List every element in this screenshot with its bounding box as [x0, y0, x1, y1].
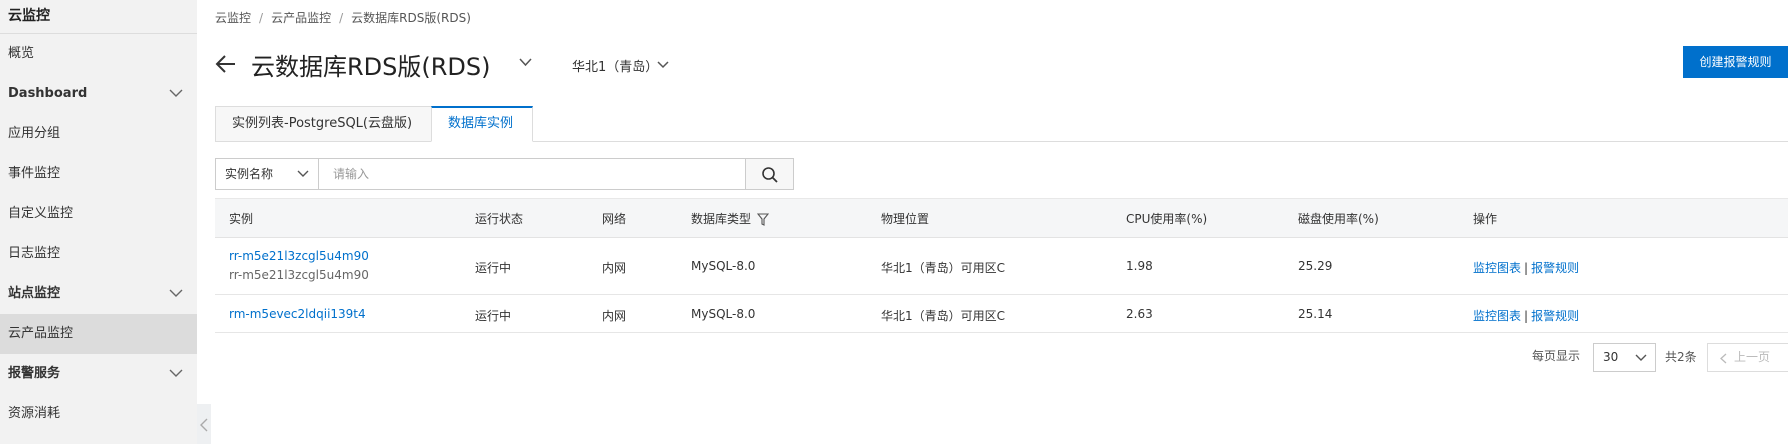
- column-header-cpu: CPU使用率(%): [1126, 212, 1208, 226]
- column-header-db-type-label: 数据库类型: [691, 212, 752, 226]
- column-header-network: 网络: [602, 212, 627, 226]
- chevron-down-icon: [169, 369, 183, 377]
- search-input[interactable]: [318, 158, 746, 190]
- monitor-chart-link[interactable]: 监控图表: [1473, 309, 1521, 323]
- network-cell: 内网: [602, 261, 627, 275]
- sidebar-item-cloud-product-monitoring[interactable]: 云产品监控: [0, 314, 197, 354]
- monitor-chart-link[interactable]: 监控图表: [1473, 261, 1521, 275]
- alarm-rules-link[interactable]: 报警规则: [1531, 309, 1579, 323]
- column-header-disk: 磁盘使用率(%): [1298, 212, 1379, 226]
- column-header-actions: 操作: [1473, 212, 1498, 226]
- chevron-down-icon[interactable]: [519, 58, 532, 67]
- sidebar-item-resource-usage[interactable]: 资源消耗: [0, 394, 197, 434]
- chevron-down-icon: [1635, 354, 1647, 361]
- page-title: 云数据库RDS版(RDS): [251, 53, 491, 81]
- sidebar-item-custom-monitoring[interactable]: 自定义监控: [0, 194, 197, 234]
- per-page-label: 每页显示: [1532, 349, 1581, 363]
- breadcrumb-separator: /: [339, 11, 344, 25]
- cpu-usage-cell: 2.63: [1126, 307, 1153, 321]
- column-header-instance: 实例: [229, 212, 254, 226]
- chevron-left-icon: [1720, 353, 1727, 364]
- sidebar-item-log-monitoring[interactable]: 日志监控: [0, 234, 197, 274]
- instance-id-link[interactable]: rm-m5evec2ldqii139t4: [229, 307, 366, 321]
- db-type-cell: MySQL-8.0: [691, 259, 756, 273]
- breadcrumb-item[interactable]: 云监控: [215, 11, 251, 25]
- prev-page-button[interactable]: 上一页: [1707, 343, 1788, 372]
- create-alarm-rule-button[interactable]: 创建报警规则: [1683, 46, 1788, 78]
- alarm-rules-link[interactable]: 报警规则: [1531, 261, 1579, 275]
- tab-database-instances[interactable]: 数据库实例: [431, 106, 533, 142]
- actions-cell: 监控图表 | 报警规则: [1473, 259, 1579, 276]
- column-header-db-type: 数据库类型: [691, 199, 770, 239]
- cpu-usage-cell: 1.98: [1126, 259, 1153, 273]
- sidebar-item-label: 资源消耗: [8, 406, 61, 421]
- search-bar: 实例名称: [215, 158, 814, 190]
- main-content: 云监控 / 云产品监控 / 云数据库RDS版(RDS) 云数据库RDS版(RDS) 华北…: [197, 0, 1788, 444]
- disk-usage-cell: 25.29: [1298, 259, 1333, 273]
- sidebar-item-dashboard[interactable]: Dashboard: [0, 74, 197, 114]
- tab-postgresql-instances[interactable]: 实例列表-PostgreSQL(云盘版): [215, 106, 431, 142]
- sidebar-item-app-groups[interactable]: 应用分组: [0, 114, 197, 154]
- sidebar-item-alarm-service[interactable]: 报警服务: [0, 354, 197, 394]
- sidebar-item-label: 报警服务: [8, 366, 61, 381]
- breadcrumb-item[interactable]: 云产品监控: [271, 11, 331, 25]
- column-header-status: 运行状态: [475, 212, 524, 226]
- table-header: 实例 运行状态 网络 数据库类型 物理位置 CPU使用率(%) 磁盘使用率(%)…: [215, 198, 1788, 238]
- sidebar-item-label: 应用分组: [8, 126, 61, 141]
- prev-page-label: 上一页: [1734, 350, 1771, 364]
- search-type-label: 实例名称: [225, 167, 274, 181]
- search-icon: [762, 167, 778, 183]
- instance-table: 实例 运行状态 网络 数据库类型 物理位置 CPU使用率(%) 磁盘使用率(%)…: [215, 198, 1788, 333]
- status-cell: 运行中: [475, 261, 512, 275]
- back-arrow-icon[interactable]: [215, 53, 237, 75]
- table-row: rr-m5e21l3zcgl5u4m90 rr-m5e21l3zcgl5u4m9…: [215, 238, 1788, 295]
- table-row: rm-m5evec2ldqii139t4 运行中 内网 MySQL-8.0 华北…: [215, 295, 1788, 333]
- sidebar-item-label: 概览: [8, 46, 35, 61]
- chevron-down-icon: [657, 61, 669, 69]
- sidebar-item-site-monitoring[interactable]: 站点监控: [0, 274, 197, 314]
- sidebar-item-event-monitoring[interactable]: 事件监控: [0, 154, 197, 194]
- sidebar-item-overview[interactable]: 概览: [0, 34, 197, 74]
- filter-icon[interactable]: [757, 213, 770, 226]
- action-separator: |: [1524, 261, 1529, 275]
- chevron-down-icon: [169, 89, 183, 97]
- network-cell: 内网: [602, 309, 627, 323]
- location-cell: 华北1（青岛）可用区C: [881, 309, 1006, 323]
- sidebar-item-label: 云产品监控: [8, 326, 74, 341]
- per-page-select[interactable]: 30: [1593, 343, 1656, 372]
- sidebar: 云监控 概览 Dashboard 应用分组 事件监控 自定义监控 日志监控 站点…: [0, 0, 197, 444]
- chevron-down-icon: [169, 289, 183, 297]
- region-select[interactable]: 华北1（青岛）: [572, 56, 658, 75]
- search-button[interactable]: [745, 158, 794, 190]
- breadcrumb-item-current: 云数据库RDS版(RDS): [351, 11, 471, 25]
- sidebar-item-label: 事件监控: [8, 166, 61, 181]
- chevron-down-icon: [297, 170, 309, 177]
- sidebar-item-label: 日志监控: [8, 246, 61, 261]
- sidebar-item-label: 自定义监控: [8, 206, 74, 221]
- column-header-location: 物理位置: [881, 212, 930, 226]
- actions-cell: 监控图表 | 报警规则: [1473, 307, 1579, 324]
- action-separator: |: [1524, 309, 1529, 323]
- location-cell: 华北1（青岛）可用区C: [881, 261, 1006, 275]
- instance-id-link[interactable]: rr-m5e21l3zcgl5u4m90: [229, 249, 369, 263]
- instance-name: rr-m5e21l3zcgl5u4m90: [229, 268, 369, 282]
- total-count: 共2条: [1665, 350, 1697, 364]
- breadcrumb: 云监控 / 云产品监控 / 云数据库RDS版(RDS): [215, 9, 471, 26]
- search-type-select[interactable]: 实例名称: [215, 158, 319, 190]
- sidebar-item-label: 站点监控: [8, 286, 61, 301]
- db-type-cell: MySQL-8.0: [691, 307, 756, 321]
- per-page-value: 30: [1603, 350, 1619, 364]
- sidebar-item-label: Dashboard: [8, 86, 88, 101]
- sidebar-title: 云监控: [0, 0, 197, 34]
- status-cell: 运行中: [475, 309, 512, 323]
- disk-usage-cell: 25.14: [1298, 307, 1333, 321]
- breadcrumb-separator: /: [259, 11, 264, 25]
